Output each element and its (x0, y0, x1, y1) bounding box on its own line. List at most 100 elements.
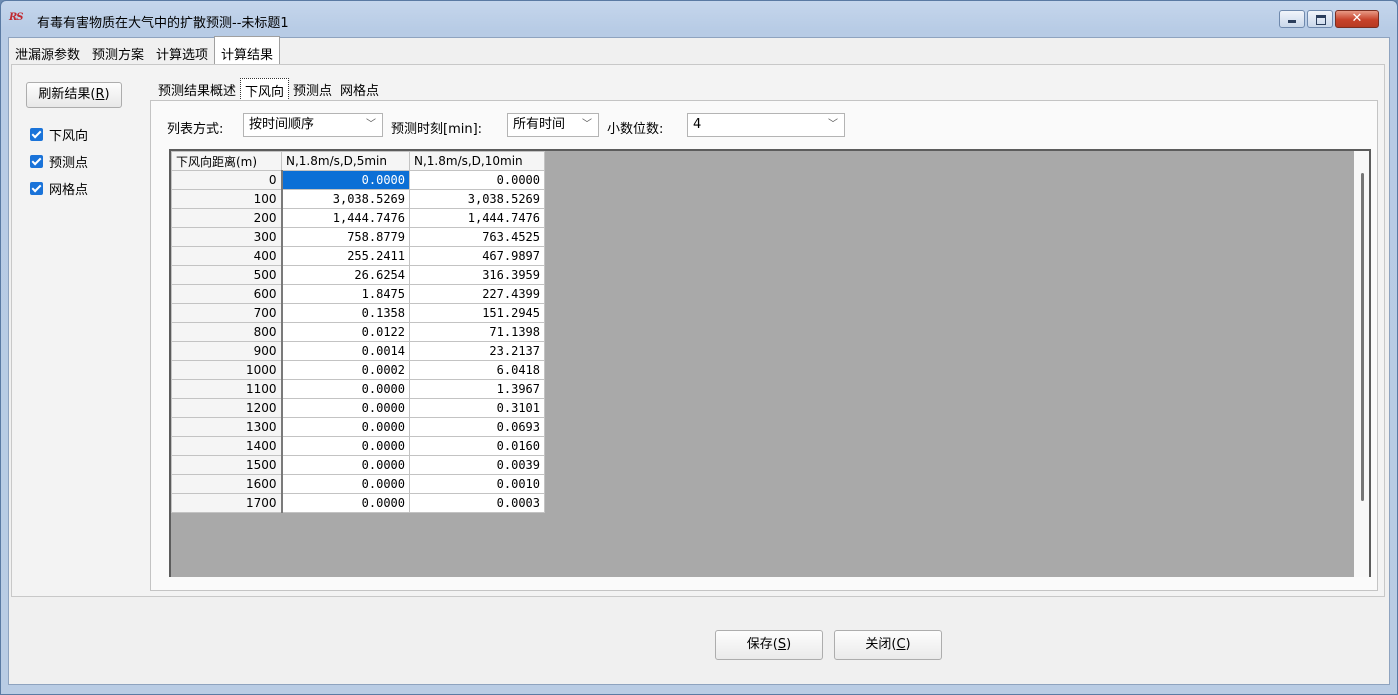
concentration-cell[interactable]: 1,444.7476 (281, 208, 410, 228)
table-row[interactable]: 0 0.0000 0.0000 (171, 170, 545, 190)
table-row[interactable]: 1000 0.0002 6.0418 (171, 360, 545, 380)
table-row[interactable]: 100 3,038.5269 3,038.5269 (171, 189, 545, 209)
table-row[interactable]: 1600 0.0000 0.0010 (171, 474, 545, 494)
app-logo-icon: RS (9, 12, 24, 23)
concentration-cell[interactable]: 0.3101 (409, 398, 545, 418)
concentration-cell[interactable]: 6.0418 (409, 360, 545, 380)
concentration-cell[interactable]: 255.2411 (281, 246, 410, 266)
concentration-cell[interactable]: 763.4525 (409, 227, 545, 247)
concentration-cell[interactable]: 71.1398 (409, 322, 545, 342)
title-bar[interactable]: RS 有毒有害物质在大气中的扩散预测--未标题1 ✕ (1, 1, 1397, 37)
concentration-cell[interactable]: 316.3959 (409, 265, 545, 285)
table-row[interactable]: 500 26.6254 316.3959 (171, 265, 545, 285)
concentration-cell[interactable]: 0.0122 (281, 322, 410, 342)
scrollbar-thumb[interactable] (1361, 173, 1364, 501)
concentration-cell[interactable]: 3,038.5269 (409, 189, 545, 209)
row-distance-cell[interactable]: 1300 (171, 417, 283, 437)
checkbox-checked-icon[interactable] (30, 128, 43, 141)
table-row[interactable]: 1100 0.0000 1.3967 (171, 379, 545, 399)
row-distance-cell[interactable]: 300 (171, 227, 283, 247)
save-button[interactable]: 保存(S) (715, 630, 823, 660)
decimals-select[interactable]: 4 ﹀ (687, 113, 845, 137)
table-row[interactable]: 400 255.2411 467.9897 (171, 246, 545, 266)
row-distance-cell[interactable]: 1700 (171, 493, 283, 513)
list-mode-select[interactable]: 按时间顺序 ﹀ (243, 113, 383, 137)
row-distance-cell[interactable]: 1400 (171, 436, 283, 456)
row-distance-cell[interactable]: 100 (171, 189, 283, 209)
concentration-cell[interactable]: 0.1358 (281, 303, 410, 323)
row-distance-cell[interactable]: 1600 (171, 474, 283, 494)
forecast-time-select[interactable]: 所有时间 ﹀ (507, 113, 599, 137)
concentration-cell[interactable]: 0.0000 (281, 379, 410, 399)
row-distance-cell[interactable]: 800 (171, 322, 283, 342)
checkbox-checked-icon[interactable] (30, 155, 43, 168)
concentration-cell[interactable]: 1.8475 (281, 284, 410, 304)
concentration-cell[interactable]: 0.0014 (281, 341, 410, 361)
concentration-cell[interactable]: 758.8779 (281, 227, 410, 247)
checkbox-grid-points[interactable]: 网格点 (30, 179, 88, 198)
concentration-cell[interactable]: 1,444.7476 (409, 208, 545, 228)
results-grid[interactable]: 下风向距离(m) N,1.8m/s,D,5min N,1.8m/s,D,10mi… (169, 149, 1371, 577)
concentration-cell[interactable]: 3,038.5269 (281, 189, 410, 209)
close-window-button[interactable]: ✕ (1335, 10, 1379, 28)
table-row[interactable]: 600 1.8475 227.4399 (171, 284, 545, 304)
table-row[interactable]: 1700 0.0000 0.0003 (171, 493, 545, 513)
row-distance-cell[interactable]: 500 (171, 265, 283, 285)
table-row[interactable]: 200 1,444.7476 1,444.7476 (171, 208, 545, 228)
row-distance-cell[interactable]: 1100 (171, 379, 283, 399)
concentration-cell[interactable]: 0.0000 (281, 474, 410, 494)
header-distance[interactable]: 下风向距离(m) (171, 151, 282, 171)
concentration-cell[interactable]: 0.0010 (409, 474, 545, 494)
row-distance-cell[interactable]: 400 (171, 246, 283, 266)
header-series-10min[interactable]: N,1.8m/s,D,10min (409, 151, 545, 171)
concentration-cell[interactable]: 0.0000 (281, 455, 410, 475)
row-distance-cell[interactable]: 1000 (171, 360, 283, 380)
refresh-results-button[interactable]: 刷新结果(R) (26, 82, 122, 108)
forecast-time-value: 所有时间 (513, 117, 566, 132)
concentration-cell[interactable]: 0.0000 (281, 398, 410, 418)
row-distance-cell[interactable]: 1500 (171, 455, 283, 475)
close-button[interactable]: 关闭(C) (834, 630, 942, 660)
concentration-cell[interactable]: 0.0002 (281, 360, 410, 380)
concentration-cell[interactable]: 26.6254 (281, 265, 410, 285)
row-distance-cell[interactable]: 600 (171, 284, 283, 304)
checkbox-downwind[interactable]: 下风向 (30, 125, 88, 144)
concentration-cell[interactable]: 227.4399 (409, 284, 545, 304)
table-row[interactable]: 900 0.0014 23.2137 (171, 341, 545, 361)
tab-forecast-plan[interactable]: 预测方案 (86, 38, 150, 66)
checkbox-forecast-points[interactable]: 预测点 (30, 152, 88, 171)
table-row[interactable]: 1400 0.0000 0.0160 (171, 436, 545, 456)
row-distance-cell[interactable]: 0 (171, 170, 283, 190)
concentration-cell[interactable]: 0.0000 (281, 493, 410, 513)
tab-calc-options[interactable]: 计算选项 (150, 38, 214, 66)
checkbox-checked-icon[interactable] (30, 182, 43, 195)
header-series-5min[interactable]: N,1.8m/s,D,5min (281, 151, 410, 171)
table-row[interactable]: 300 758.8779 763.4525 (171, 227, 545, 247)
concentration-cell[interactable]: 1.3967 (409, 379, 545, 399)
concentration-cell[interactable]: 0.0000 (281, 170, 410, 190)
row-distance-cell[interactable]: 1200 (171, 398, 283, 418)
minimize-button[interactable] (1279, 10, 1305, 28)
grid-vertical-scrollbar[interactable] (1354, 151, 1369, 577)
concentration-cell[interactable]: 0.0000 (281, 436, 410, 456)
table-row[interactable]: 1500 0.0000 0.0039 (171, 455, 545, 475)
concentration-cell[interactable]: 467.9897 (409, 246, 545, 266)
concentration-cell[interactable]: 0.0693 (409, 417, 545, 437)
table-row[interactable]: 1300 0.0000 0.0693 (171, 417, 545, 437)
tab-leak-source[interactable]: 泄漏源参数 (9, 38, 86, 66)
concentration-cell[interactable]: 151.2945 (409, 303, 545, 323)
table-row[interactable]: 800 0.0122 71.1398 (171, 322, 545, 342)
row-distance-cell[interactable]: 200 (171, 208, 283, 228)
concentration-cell[interactable]: 0.0000 (409, 170, 545, 190)
concentration-cell[interactable]: 0.0003 (409, 493, 545, 513)
concentration-cell[interactable]: 0.0160 (409, 436, 545, 456)
save-hotkey: S (777, 637, 787, 652)
table-row[interactable]: 700 0.1358 151.2945 (171, 303, 545, 323)
row-distance-cell[interactable]: 900 (171, 341, 283, 361)
concentration-cell[interactable]: 0.0000 (281, 417, 410, 437)
maximize-button[interactable] (1307, 10, 1333, 28)
row-distance-cell[interactable]: 700 (171, 303, 283, 323)
table-row[interactable]: 1200 0.0000 0.3101 (171, 398, 545, 418)
concentration-cell[interactable]: 23.2137 (409, 341, 545, 361)
concentration-cell[interactable]: 0.0039 (409, 455, 545, 475)
